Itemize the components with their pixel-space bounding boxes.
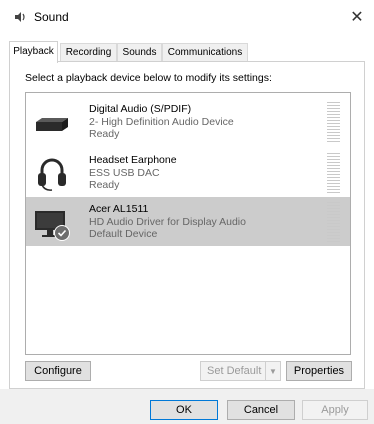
default-check-icon: [54, 225, 70, 241]
device-description: HD Audio Driver for Display Audio: [89, 216, 246, 228]
configure-button[interactable]: Configure: [25, 361, 91, 381]
device-item-digital-audio[interactable]: Digital Audio (S/PDIF) 2- High Definitio…: [26, 97, 350, 146]
device-status: Ready: [89, 179, 120, 191]
properties-button[interactable]: Properties: [286, 361, 352, 381]
device-status: Ready: [89, 128, 120, 140]
tab-communications[interactable]: Communications: [162, 43, 248, 62]
cancel-button[interactable]: Cancel: [227, 400, 295, 420]
instruction-text: Select a playback device below to modify…: [25, 72, 272, 84]
device-description: ESS USB DAC: [89, 167, 160, 179]
chevron-down-icon[interactable]: ▼: [265, 362, 280, 380]
tab-recording[interactable]: Recording: [60, 43, 117, 62]
title-bar: Sound ✕: [0, 0, 374, 34]
device-name: Acer AL1511: [89, 203, 149, 215]
apply-button[interactable]: Apply: [302, 400, 368, 420]
spdif-device-icon: [36, 118, 68, 131]
dialog-footer: OK Cancel Apply: [0, 389, 374, 424]
device-status: Default Device: [89, 228, 158, 240]
device-item-acer-al1511[interactable]: Acer AL1511 HD Audio Driver for Display …: [26, 197, 350, 246]
device-description: 2- High Definition Audio Device: [89, 116, 234, 128]
set-default-label: Set Default: [207, 365, 262, 377]
ok-button[interactable]: OK: [150, 400, 218, 420]
headset-icon: [38, 158, 66, 191]
device-list[interactable]: Digital Audio (S/PDIF) 2- High Definitio…: [25, 92, 351, 355]
playback-panel: Select a playback device below to modify…: [9, 61, 365, 389]
close-button[interactable]: ✕: [340, 0, 374, 34]
volume-meter: [327, 202, 340, 243]
device-item-headset[interactable]: Headset Earphone ESS USB DAC Ready: [26, 148, 350, 197]
volume-meter: [327, 102, 340, 143]
device-name: Headset Earphone: [89, 154, 177, 166]
set-default-button[interactable]: Set Default ▼: [200, 361, 281, 381]
tab-sounds[interactable]: Sounds: [117, 43, 162, 62]
volume-meter: [327, 153, 340, 194]
device-name: Digital Audio (S/PDIF): [89, 103, 192, 115]
window-title: Sound: [34, 10, 69, 24]
tab-playback[interactable]: Playback: [9, 41, 58, 63]
monitor-icon: [35, 211, 70, 241]
speaker-icon: [15, 12, 25, 22]
close-icon: ✕: [350, 9, 364, 26]
tab-strip: Playback Recording Sounds Communications: [9, 41, 365, 63]
